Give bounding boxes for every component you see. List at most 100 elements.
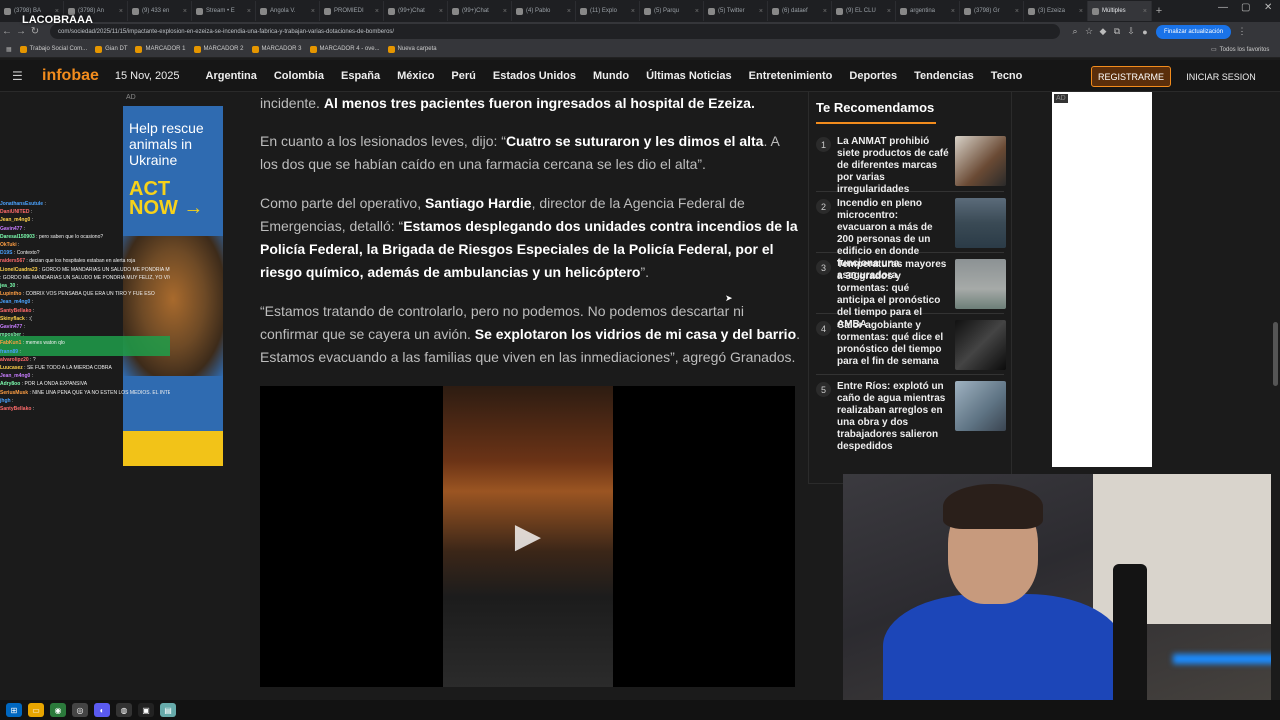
video-player[interactable]: ▶	[260, 386, 795, 687]
zoom-icon[interactable]: ⌕	[1068, 26, 1082, 37]
bookmark-item[interactable]: MARCADOR 2	[193, 45, 244, 53]
nav-link[interactable]: Últimas Noticias	[646, 70, 732, 82]
tab-close-icon[interactable]: ×	[887, 8, 891, 15]
tab-close-icon[interactable]: ×	[1143, 8, 1147, 15]
browser-tab[interactable]: PROMIEDI ×	[320, 1, 384, 21]
recommendation-item[interactable]: 1 La ANMAT prohibió siete productos de ca…	[816, 130, 1006, 195]
browser-tab[interactable]: (11) Explo ×	[576, 1, 640, 21]
nav-link[interactable]: Argentina	[206, 70, 257, 82]
tab-close-icon[interactable]: ×	[119, 8, 123, 15]
obs-icon[interactable]: ◎	[72, 703, 88, 717]
start-menu-icon[interactable]: ⊞	[6, 703, 22, 717]
login-button[interactable]: INICIAR SESION	[1182, 66, 1260, 87]
tab-close-icon[interactable]: ×	[439, 8, 443, 15]
browser-tab[interactable]: (3798) Gr ×	[960, 1, 1024, 21]
maximize-icon[interactable]: ▢	[1241, 2, 1250, 13]
recommendation-item[interactable]: 5 Entre Ríos: explotó un caño de agua mie…	[816, 374, 1006, 452]
bookmark-star-icon[interactable]: ☆	[1082, 26, 1096, 37]
tab-close-icon[interactable]: ×	[1079, 8, 1083, 15]
site-logo[interactable]: infobae	[42, 67, 99, 85]
minimize-icon[interactable]: —	[1218, 2, 1228, 13]
nav-link[interactable]: Tendencias	[914, 70, 974, 82]
apps-icon[interactable]: ▦	[6, 46, 12, 53]
nav-link[interactable]: Tecno	[991, 70, 1023, 82]
bookmark-item[interactable]: MARCADOR 1	[135, 45, 186, 53]
tab-close-icon[interactable]: ×	[759, 8, 763, 15]
all-bookmarks-folder[interactable]: ▭ Todos los favoritos	[1211, 46, 1269, 54]
recommendation-title[interactable]: Incendio en pleno microcentro: evacuaron…	[837, 198, 949, 281]
nav-link[interactable]: España	[341, 70, 380, 82]
ad-banner-right[interactable]	[1052, 92, 1152, 467]
nav-link[interactable]: México	[397, 70, 434, 82]
notes-icon[interactable]: ▤	[160, 703, 176, 717]
tab-close-icon[interactable]: ×	[247, 8, 251, 15]
tab-close-icon[interactable]: ×	[951, 8, 955, 15]
terminal-icon[interactable]: ▣	[138, 703, 154, 717]
extension-icon[interactable]: ◆	[1096, 26, 1110, 37]
browser-tab[interactable]: (99+)Chat ×	[448, 1, 512, 21]
nav-link[interactable]: Entretenimiento	[749, 70, 833, 82]
recommendation-thumbnail[interactable]	[955, 381, 1006, 431]
hamburger-menu-icon[interactable]: ☰	[12, 69, 28, 83]
profile-icon[interactable]: ●	[1138, 27, 1152, 37]
browser-tab[interactable]: Stream • E ×	[192, 1, 256, 21]
register-button[interactable]: REGISTRARME	[1091, 66, 1171, 87]
recommendation-item[interactable]: 2 Incendio en pleno microcentro: evacuaro…	[816, 191, 1006, 281]
browser-tab[interactable]: Múltiples ×	[1088, 1, 1152, 21]
recommendation-item[interactable]: 3 Temperaturas mayores a 30 grados y torm…	[816, 252, 1006, 330]
file-explorer-icon[interactable]: ▭	[28, 703, 44, 717]
bookmark-item[interactable]: MARCADOR 3	[251, 45, 302, 53]
recommendation-thumbnail[interactable]	[955, 198, 1006, 248]
tab-close-icon[interactable]: ×	[375, 8, 379, 15]
update-button[interactable]: Finalizar actualización	[1156, 24, 1232, 39]
browser-tab[interactable]: (5) Twitter ×	[704, 1, 768, 21]
browser-tab[interactable]: (3) Ezeiza ×	[1024, 1, 1088, 21]
bookmark-item[interactable]: Trabajo Social Com...	[19, 45, 87, 53]
tab-close-icon[interactable]: ×	[567, 8, 571, 15]
tab-close-icon[interactable]: ×	[311, 8, 315, 15]
more-menu-icon[interactable]: ⋮	[1235, 26, 1249, 37]
nav-link[interactable]: Estados Unidos	[493, 70, 576, 82]
discord-icon[interactable]: ◐	[94, 703, 110, 717]
chrome-icon[interactable]: ◉	[50, 703, 66, 717]
nav-link[interactable]: Perú	[451, 70, 475, 82]
recommendation-thumbnail[interactable]	[955, 320, 1006, 370]
nav-link[interactable]: Mundo	[593, 70, 629, 82]
browser-tab[interactable]: (9) 433 en ×	[128, 1, 192, 21]
recommendation-item[interactable]: 4 Calor agobiante y tormentas: qué dice e…	[816, 313, 1006, 374]
tab-close-icon[interactable]: ×	[1015, 8, 1019, 15]
recommendation-thumbnail[interactable]	[955, 136, 1006, 186]
browser-tab[interactable]: (5) Parqu ×	[640, 1, 704, 21]
browser-tab[interactable]: Angola V. ×	[256, 1, 320, 21]
tab-close-icon[interactable]: ×	[695, 8, 699, 15]
back-icon[interactable]: ←	[0, 26, 14, 37]
tab-close-icon[interactable]: ×	[823, 8, 827, 15]
reload-icon[interactable]: ↻	[28, 26, 42, 37]
play-icon[interactable]: ▶	[508, 516, 548, 556]
app-icon[interactable]: ◍	[116, 703, 132, 717]
recommendation-thumbnail[interactable]	[955, 259, 1006, 309]
browser-tab[interactable]: (99+)Chat ×	[384, 1, 448, 21]
browser-tab[interactable]: (4) Pablo ×	[512, 1, 576, 21]
tab-close-icon[interactable]: ×	[503, 8, 507, 15]
nav-link[interactable]: Deportes	[849, 70, 897, 82]
page-scrollbar[interactable]	[1271, 92, 1280, 700]
bookmark-item[interactable]: Nueva carpeta	[387, 45, 437, 53]
recommendation-title[interactable]: Temperaturas mayores a 30 grados y torme…	[837, 259, 949, 330]
nav-link[interactable]: Colombia	[274, 70, 324, 82]
recommendation-title[interactable]: Calor agobiante y tormentas: qué dice el…	[837, 320, 949, 368]
forward-icon[interactable]: →	[14, 26, 28, 37]
recommendation-title[interactable]: Entre Ríos: explotó un caño de agua mien…	[837, 381, 949, 452]
tab-close-icon[interactable]: ×	[631, 8, 635, 15]
recommendation-title[interactable]: La ANMAT prohibió siete productos de caf…	[837, 136, 949, 195]
browser-tab[interactable]: (6) dataef ×	[768, 1, 832, 21]
scrollbar-thumb[interactable]	[1273, 322, 1278, 386]
url-field[interactable]: com/sociedad/2025/11/15/impactante-explo…	[50, 24, 1060, 39]
extensions-puzzle-icon[interactable]: ⧉	[1110, 26, 1124, 37]
browser-tab[interactable]: argentina ×	[896, 1, 960, 21]
downloads-icon[interactable]: ⇩	[1124, 26, 1138, 37]
bookmark-item[interactable]: Gian DT	[95, 45, 127, 53]
close-window-icon[interactable]: ✕	[1264, 2, 1272, 13]
bookmark-item[interactable]: MARCADOR 4 - ove...	[309, 45, 380, 53]
new-tab-icon[interactable]: +	[1152, 5, 1166, 17]
